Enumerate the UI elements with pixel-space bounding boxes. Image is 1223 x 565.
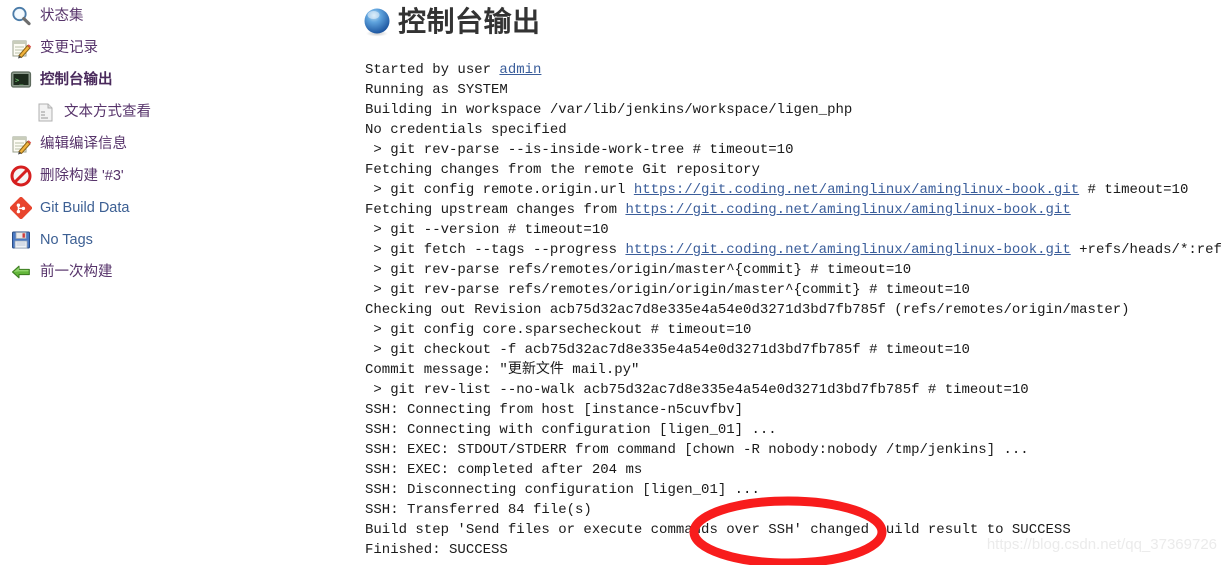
sidebar-item-8[interactable]: 前一次构建 bbox=[0, 256, 340, 288]
no-entry-icon bbox=[10, 165, 32, 187]
page-title: 控制台输出 bbox=[398, 6, 541, 37]
console-text: Finished: SUCCESS bbox=[365, 542, 508, 558]
console-text: SSH: EXEC: STDOUT/STDERR from command [c… bbox=[365, 442, 1029, 458]
console-line: SSH: EXEC: STDOUT/STDERR from command [c… bbox=[365, 440, 1223, 460]
console-text: Running as SYSTEM bbox=[365, 82, 508, 98]
console-text: > git config core.sparsecheckout # timeo… bbox=[365, 322, 752, 338]
sidebar-item-0[interactable]: 状态集 bbox=[0, 0, 340, 32]
console-line: Started by user admin bbox=[365, 60, 1223, 80]
sidebar-item-label: 删除构建 '#3' bbox=[40, 167, 124, 184]
console-text: > git config remote.origin.url bbox=[365, 182, 634, 198]
console-line: No credentials specified bbox=[365, 120, 1223, 140]
console-line: > git config remote.origin.url https://g… bbox=[365, 180, 1223, 200]
console-text: SSH: Connecting with configuration [lige… bbox=[365, 422, 777, 438]
console-line: > git rev-parse --is-inside-work-tree # … bbox=[365, 140, 1223, 160]
sidebar-item-label: 状态集 bbox=[40, 7, 84, 24]
sidebar-item-label: Git Build Data bbox=[40, 199, 130, 216]
console-text: Build step 'Send files or execute comman… bbox=[365, 522, 1071, 538]
console-line: SSH: Transferred 84 file(s) bbox=[365, 500, 1223, 520]
console-line: > git rev-list --no-walk acb75d32ac7d8e3… bbox=[365, 380, 1223, 400]
terminal-icon: >_ bbox=[10, 69, 32, 91]
console-text: SSH: Transferred 84 file(s) bbox=[365, 502, 592, 518]
sidebar-item-2[interactable]: >_ 控制台输出 bbox=[0, 64, 340, 96]
console-text: > git fetch --tags --progress bbox=[365, 242, 626, 258]
console-text: > git rev-parse refs/remotes/origin/mast… bbox=[365, 262, 912, 278]
sidebar-item-label: 文本方式查看 bbox=[64, 103, 151, 120]
console-line: > git rev-parse refs/remotes/origin/mast… bbox=[365, 260, 1223, 280]
console-text: SSH: Disconnecting configuration [ligen_… bbox=[365, 482, 760, 498]
sidebar-item-1[interactable]: 变更记录 bbox=[0, 32, 340, 64]
watermark: https://blog.csdn.net/qq_37369726 bbox=[986, 536, 1217, 553]
magnifier-icon bbox=[10, 5, 32, 27]
console-output: Started by user admin Running as SYSTEM Bu… bbox=[365, 60, 1223, 560]
console-text: Checking out Revision acb75d32ac7d8e335e… bbox=[365, 302, 1130, 318]
console-text: > git checkout -f acb75d32ac7d8e335e4a54… bbox=[365, 342, 970, 358]
sidebar-item-label: 控制台输出 bbox=[40, 71, 113, 88]
sidebar-item-5[interactable]: 删除构建 '#3' bbox=[0, 160, 340, 192]
sidebar-item-label: 编辑编译信息 bbox=[40, 135, 127, 152]
console-line: Running as SYSTEM bbox=[365, 80, 1223, 100]
sidebar-item-4[interactable]: 编辑编译信息 bbox=[0, 128, 340, 160]
console-text: SSH: EXEC: completed after 204 ms bbox=[365, 462, 643, 478]
console-line: SSH: Disconnecting configuration [ligen_… bbox=[365, 480, 1223, 500]
sidebar-item-label: 变更记录 bbox=[40, 39, 98, 56]
git-icon bbox=[10, 197, 32, 219]
page-title-header: 控制台输出 bbox=[340, 0, 1223, 44]
green-left-arrow-icon bbox=[10, 261, 32, 283]
console-text: Fetching changes from the remote Git rep… bbox=[365, 162, 760, 178]
svg-text:>_: >_ bbox=[15, 77, 24, 85]
console-line: Checking out Revision acb75d32ac7d8e335e… bbox=[365, 300, 1223, 320]
sidebar-item-7[interactable]: No Tags bbox=[0, 224, 340, 256]
console-link[interactable]: https://git.coding.net/aminglinux/amingl… bbox=[625, 202, 1070, 218]
console-text: Commit message: "更新文件 mail.py" bbox=[365, 362, 640, 378]
sidebar-item-6[interactable]: Git Build Data bbox=[0, 192, 340, 224]
notepad-pencil-icon bbox=[10, 37, 32, 59]
console-text: > git rev-parse --is-inside-work-tree # … bbox=[365, 142, 794, 158]
main-panel: 控制台输出 Started by user admin Running as SY… bbox=[340, 0, 1223, 565]
sidebar-item-label: 前一次构建 bbox=[40, 263, 113, 280]
console-line: SSH: EXEC: completed after 204 ms bbox=[365, 460, 1223, 480]
console-link[interactable]: https://git.coding.net/aminglinux/amingl… bbox=[625, 242, 1070, 258]
console-text: No credentials specified bbox=[365, 122, 567, 138]
console-text: > git --version # timeout=10 bbox=[365, 222, 609, 238]
console-text: > git rev-parse refs/remotes/origin/orig… bbox=[365, 282, 970, 298]
console-text: Building in workspace /var/lib/jenkins/w… bbox=[365, 102, 853, 118]
console-text: SSH: Connecting from host [instance-n5cu… bbox=[365, 402, 744, 418]
console-line: > git rev-parse refs/remotes/origin/orig… bbox=[365, 280, 1223, 300]
console-link[interactable]: https://git.coding.net/aminglinux/amingl… bbox=[634, 182, 1079, 198]
console-text: Started by user bbox=[365, 62, 500, 78]
console-line: Building in workspace /var/lib/jenkins/w… bbox=[365, 100, 1223, 120]
console-text: # timeout=10 bbox=[1079, 182, 1189, 198]
console-line: > git --version # timeout=10 bbox=[365, 220, 1223, 240]
sidebar-item-3[interactable]: 文本方式查看 bbox=[0, 96, 340, 128]
sidebar-item-label: No Tags bbox=[40, 231, 93, 248]
console-link[interactable]: admin bbox=[499, 62, 541, 78]
console-line: Fetching upstream changes from https://g… bbox=[365, 200, 1223, 220]
console-line: SSH: Connecting from host [instance-n5cu… bbox=[365, 400, 1223, 420]
console-line: > git checkout -f acb75d32ac7d8e335e4a54… bbox=[365, 340, 1223, 360]
console-line: Commit message: "更新文件 mail.py" bbox=[365, 360, 1223, 380]
document-icon bbox=[34, 101, 56, 123]
console-line: SSH: Connecting with configuration [lige… bbox=[365, 420, 1223, 440]
console-text: > git rev-list --no-walk acb75d32ac7d8e3… bbox=[365, 382, 1029, 398]
blue-ball-icon bbox=[362, 7, 392, 37]
notepad-pencil-icon bbox=[10, 133, 32, 155]
console-text: +refs/heads/*:ref bbox=[1070, 242, 1222, 258]
floppy-icon bbox=[10, 229, 32, 251]
console-line: Fetching changes from the remote Git rep… bbox=[365, 160, 1223, 180]
sidebar: 状态集 变更记录 >_ 控制台输出 文本方式查看 编辑编译信息 删除构建 '#3… bbox=[0, 0, 340, 565]
console-line: > git fetch --tags --progress https://gi… bbox=[365, 240, 1223, 260]
console-text: Fetching upstream changes from bbox=[365, 202, 626, 218]
console-line: > git config core.sparsecheckout # timeo… bbox=[365, 320, 1223, 340]
